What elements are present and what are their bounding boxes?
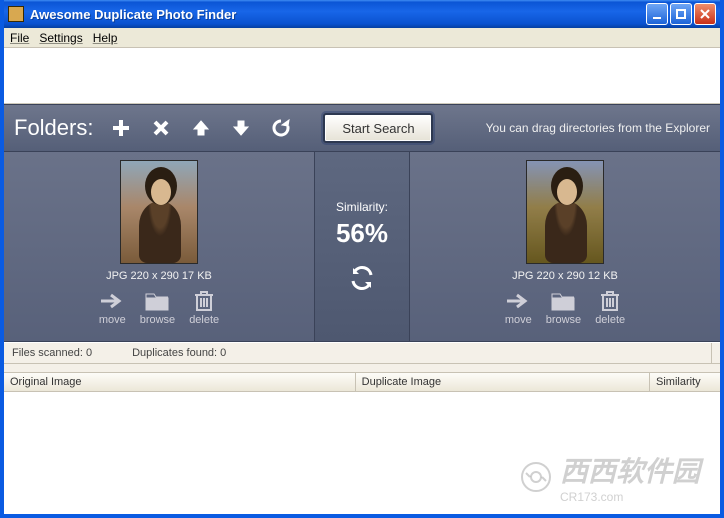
col-duplicate[interactable]: Duplicate Image [356, 373, 650, 391]
status-separator [711, 343, 712, 363]
files-scanned: Files scanned: 0 [12, 347, 92, 359]
similarity-value: 56% [336, 218, 388, 249]
minimize-icon [651, 8, 663, 20]
watermark-icon [518, 459, 554, 495]
left-browse-button[interactable]: browse [140, 290, 175, 326]
menu-help[interactable]: Help [93, 31, 118, 45]
window-title: Awesome Duplicate Photo Finder [30, 7, 646, 22]
minimize-button[interactable] [646, 3, 668, 25]
arrow-up-icon [192, 119, 210, 137]
toolbar: Folders: Start Search You can drag direc… [4, 104, 720, 152]
folder-up-icon [550, 290, 576, 312]
status-bar: Files scanned: 0 Duplicates found: 0 [4, 342, 720, 364]
results-list[interactable]: 西西软件园 CR173.com [4, 392, 720, 514]
similarity-label: Similarity: [336, 200, 388, 214]
left-move-button[interactable]: move [99, 290, 126, 326]
right-delete-button[interactable]: delete [595, 290, 625, 326]
maximize-icon [675, 8, 687, 20]
left-panel: JPG 220 x 290 17 KB move browse delete [4, 152, 314, 341]
add-folder-button[interactable] [105, 112, 137, 144]
start-search-button[interactable]: Start Search [323, 113, 433, 143]
right-panel: JPG 220 x 290 12 KB move browse delete [410, 152, 720, 341]
results-header: Original Image Duplicate Image Similarit… [4, 372, 720, 392]
app-icon [8, 6, 24, 22]
close-button[interactable] [694, 3, 716, 25]
similarity-panel: Similarity: 56% [314, 152, 410, 341]
move-icon [99, 290, 125, 312]
col-similarity[interactable]: Similarity [650, 373, 720, 391]
swap-icon [349, 265, 375, 291]
folders-label: Folders: [14, 115, 93, 141]
tab-strip [4, 364, 720, 372]
move-icon [505, 290, 531, 312]
x-icon [152, 119, 170, 137]
watermark: 西西软件园 CR173.com [518, 450, 700, 504]
toolbar-hint: You can drag directories from the Explor… [486, 121, 710, 135]
arrow-down-icon [232, 119, 250, 137]
move-up-button[interactable] [185, 112, 217, 144]
col-original[interactable]: Original Image [4, 373, 356, 391]
left-meta: JPG 220 x 290 17 KB [106, 270, 212, 282]
menu-file[interactable]: File [10, 31, 29, 45]
duplicates-found: Duplicates found: 0 [132, 347, 226, 359]
trash-icon [597, 290, 623, 312]
folder-list-area[interactable] [4, 48, 720, 104]
folder-up-icon [144, 290, 170, 312]
remove-folder-button[interactable] [145, 112, 177, 144]
swap-button[interactable] [349, 265, 375, 294]
right-meta: JPG 220 x 290 12 KB [512, 270, 618, 282]
right-move-button[interactable]: move [505, 290, 532, 326]
left-delete-button[interactable]: delete [189, 290, 219, 326]
app-window: Awesome Duplicate Photo Finder File Sett… [0, 0, 724, 518]
compare-area: JPG 220 x 290 17 KB move browse delete [4, 152, 720, 342]
titlebar[interactable]: Awesome Duplicate Photo Finder [4, 0, 720, 28]
maximize-button[interactable] [670, 3, 692, 25]
refresh-button[interactable] [265, 112, 297, 144]
plus-icon [111, 118, 131, 138]
close-icon [699, 8, 711, 20]
right-browse-button[interactable]: browse [546, 290, 581, 326]
refresh-icon [271, 118, 291, 138]
right-thumbnail[interactable] [526, 160, 604, 264]
menu-settings[interactable]: Settings [39, 31, 82, 45]
left-thumbnail[interactable] [120, 160, 198, 264]
menu-bar: File Settings Help [4, 28, 720, 48]
trash-icon [191, 290, 217, 312]
move-down-button[interactable] [225, 112, 257, 144]
